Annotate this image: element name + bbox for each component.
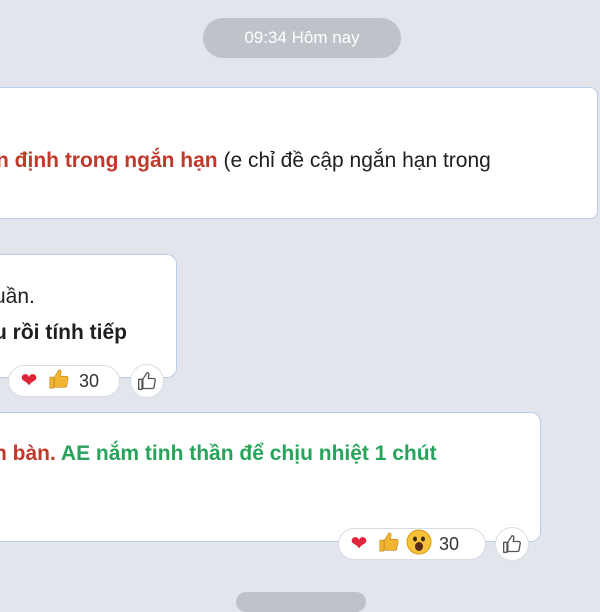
reaction-count: 30 [79, 370, 100, 391]
reaction-count: 30 [439, 533, 460, 554]
plain-text: (e chỉ đề cập ngắn hạn trong [217, 149, 491, 172]
message-line: uần. [0, 285, 35, 308]
thumbs-up-emoji-icon [375, 531, 403, 557]
message-bubble[interactable]: n định trong ngắn hạn (e chỉ đề cập ngắn… [0, 87, 598, 219]
timestamp-pill-partial [236, 592, 366, 612]
like-button[interactable] [130, 364, 164, 398]
highlight-red-text: n định trong ngắn hạn [0, 149, 218, 172]
heart-emoji-icon: ❤ [20, 370, 38, 392]
thumbs-up-emoji-icon [45, 368, 73, 394]
heart-emoji-icon: ❤ [350, 533, 368, 555]
message-bubble[interactable]: uần. u rồi tính tiếp [0, 254, 177, 378]
message-text: n định trong ngắn hạn (e chỉ đề cập ngắn… [0, 149, 491, 173]
wow-emoji-icon [405, 529, 433, 559]
timestamp-text: 09:34 Hôm nay [244, 28, 360, 47]
like-button[interactable] [495, 527, 529, 561]
message-line-bold: u rồi tính tiếp [0, 321, 127, 344]
message-text: n bàn. AE nắm tinh thần để chịu nhiệt 1 … [0, 442, 437, 466]
highlight-red-text: n bàn. [0, 442, 56, 465]
thumbs-up-outline-icon [503, 535, 521, 553]
reaction-summary[interactable]: ❤ 30 [8, 365, 120, 397]
reaction-summary[interactable]: ❤ 30 [338, 528, 486, 560]
timestamp-pill: 09:34 Hôm nay [203, 18, 401, 58]
thumbs-up-outline-icon [138, 372, 156, 390]
highlight-green-text: AE nắm tinh thần để chịu nhiệt 1 chút [55, 442, 437, 465]
message-bubble[interactable]: n bàn. AE nắm tinh thần để chịu nhiệt 1 … [0, 412, 541, 542]
